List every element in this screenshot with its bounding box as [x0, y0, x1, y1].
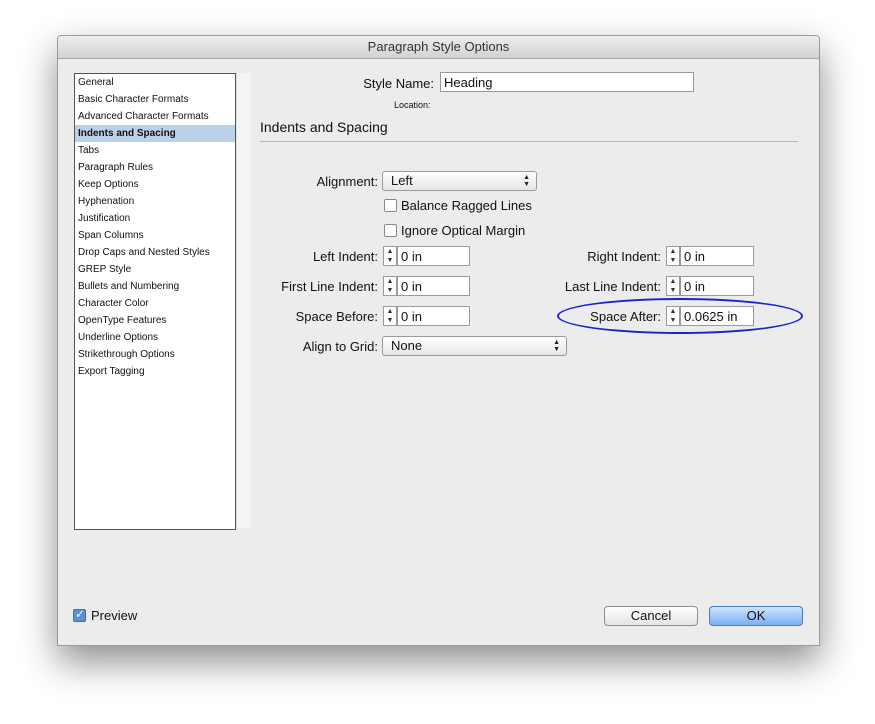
sidebar-item-opentype-features[interactable]: OpenType Features	[75, 312, 235, 329]
alignment-label: Alignment:	[316, 174, 378, 189]
highlight-ellipse	[557, 298, 803, 334]
right-indent-stepper[interactable]: ▲ ▼	[666, 246, 680, 266]
sidebar-item-justification[interactable]: Justification	[75, 210, 235, 227]
ok-button[interactable]: OK	[709, 606, 803, 626]
first-line-indent-stepper[interactable]: ▲ ▼	[383, 276, 397, 296]
right-indent-input[interactable]: 0 in	[680, 246, 754, 266]
sidebar-item-keep-options[interactable]: Keep Options	[75, 176, 235, 193]
align-to-grid-select[interactable]: None ▲ ▼	[382, 336, 567, 356]
section-divider	[260, 141, 798, 142]
window-title: Paragraph Style Options	[58, 36, 819, 59]
sidebar-item-indents-and-spacing[interactable]: Indents and Spacing	[75, 125, 235, 142]
right-indent-label: Right Indent:	[587, 249, 661, 264]
alignment-value: Left	[391, 173, 413, 188]
category-list: General Basic Character Formats Advanced…	[74, 73, 236, 530]
style-name-input[interactable]: Heading	[440, 72, 694, 92]
space-before-stepper[interactable]: ▲ ▼	[383, 306, 397, 326]
sidebar-item-export-tagging[interactable]: Export Tagging	[75, 363, 235, 380]
section-title: Indents and Spacing	[260, 119, 388, 135]
sidebar-item-paragraph-rules[interactable]: Paragraph Rules	[75, 159, 235, 176]
balance-ragged-lines-checkbox[interactable]	[384, 199, 397, 212]
sidebar-item-hyphenation[interactable]: Hyphenation	[75, 193, 235, 210]
sidebar-scrollbar[interactable]	[236, 73, 250, 528]
sidebar-item-drop-caps[interactable]: Drop Caps and Nested Styles	[75, 244, 235, 261]
last-line-indent-stepper[interactable]: ▲ ▼	[666, 276, 680, 296]
space-before-input[interactable]: 0 in	[397, 306, 470, 326]
preview-label: Preview	[91, 608, 138, 623]
cancel-button[interactable]: Cancel	[604, 606, 698, 626]
ignore-optical-margin-label: Ignore Optical Margin	[401, 223, 526, 238]
alignment-select[interactable]: Left ▲ ▼	[382, 171, 537, 191]
ignore-optical-margin-checkbox[interactable]	[384, 224, 397, 237]
sidebar-item-character-color[interactable]: Character Color	[75, 295, 235, 312]
left-indent-label: Left Indent:	[312, 249, 378, 264]
sidebar-item-grep-style[interactable]: GREP Style	[75, 261, 235, 278]
align-to-grid-label: Align to Grid:	[302, 339, 378, 354]
left-indent-stepper[interactable]: ▲ ▼	[383, 246, 397, 266]
checkmark-icon: ✓	[75, 607, 86, 621]
space-before-label: Space Before:	[295, 309, 378, 324]
sidebar-item-span-columns[interactable]: Span Columns	[75, 227, 235, 244]
paragraph-style-options-dialog: Paragraph Style Options General Basic Ch…	[57, 35, 820, 646]
preview-checkbox[interactable]: ✓	[73, 607, 86, 622]
left-indent-input[interactable]: 0 in	[397, 246, 470, 266]
chevron-up-down-icon: ▲ ▼	[553, 339, 560, 353]
chevron-up-down-icon: ▲ ▼	[523, 174, 530, 188]
sidebar-item-tabs[interactable]: Tabs	[75, 142, 235, 159]
first-line-indent-input[interactable]: 0 in	[397, 276, 470, 296]
sidebar-item-basic-character-formats[interactable]: Basic Character Formats	[75, 91, 235, 108]
location-label: Location:	[394, 100, 431, 110]
sidebar-item-strikethrough-options[interactable]: Strikethrough Options	[75, 346, 235, 363]
first-line-indent-label: First Line Indent:	[281, 279, 378, 294]
sidebar-item-bullets-and-numbering[interactable]: Bullets and Numbering	[75, 278, 235, 295]
sidebar-item-general[interactable]: General	[75, 74, 235, 91]
balance-ragged-lines-label: Balance Ragged Lines	[401, 198, 532, 213]
align-to-grid-value: None	[391, 338, 423, 353]
style-name-label: Style Name:	[363, 76, 434, 91]
sidebar-item-advanced-character-formats[interactable]: Advanced Character Formats	[75, 108, 235, 125]
sidebar-item-underline-options[interactable]: Underline Options	[75, 329, 235, 346]
last-line-indent-input[interactable]: 0 in	[680, 276, 754, 296]
last-line-indent-label: Last Line Indent:	[564, 279, 661, 294]
